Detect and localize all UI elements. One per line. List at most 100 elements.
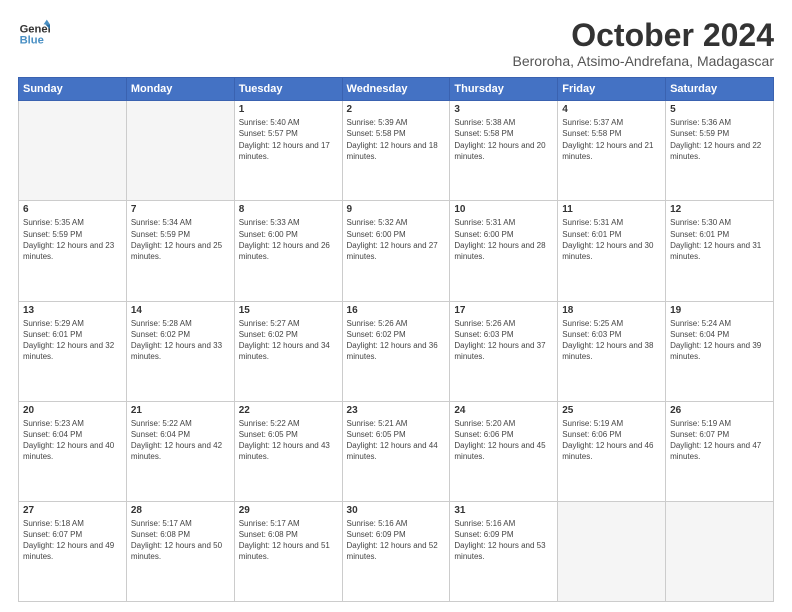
table-row: 12 Sunrise: 5:30 AMSunset: 6:01 PMDayligh… — [666, 201, 774, 301]
svg-text:General: General — [20, 23, 50, 35]
header-saturday: Saturday — [666, 78, 774, 101]
day-info: Sunrise: 5:31 AMSunset: 6:00 PMDaylight:… — [454, 217, 553, 262]
day-info: Sunrise: 5:29 AMSunset: 6:01 PMDaylight:… — [23, 318, 122, 363]
day-number: 18 — [562, 305, 661, 316]
day-number: 9 — [347, 204, 446, 215]
table-row: 20Sunrise: 5:23 AMSunset: 6:04 PMDayligh… — [19, 401, 127, 501]
table-row: 21 Sunrise: 5:22 AMSunset: 6:04 PMDayligh… — [126, 401, 234, 501]
day-info: Sunrise: 5:25 AMSunset: 6:03 PMDaylight:… — [562, 318, 661, 363]
day-info: Sunrise: 5:32 AMSunset: 6:00 PMDaylight:… — [347, 217, 446, 262]
day-number: 13 — [23, 305, 122, 316]
day-info: Sunrise: 5:17 AMSunset: 6:08 PMDaylight:… — [131, 518, 230, 563]
day-info: Sunrise: 5:34 AMSunset: 5:59 PMDaylight:… — [131, 217, 230, 262]
day-info: Sunrise: 5:37 AMSunset: 5:58 PMDaylight:… — [562, 117, 661, 162]
day-number: 17 — [454, 305, 553, 316]
header-thursday: Thursday — [450, 78, 558, 101]
day-info: Sunrise: 5:33 AMSunset: 6:00 PMDaylight:… — [239, 217, 338, 262]
table-row: 26Sunrise: 5:19 AMSunset: 6:07 PMDayligh… — [666, 401, 774, 501]
table-row: 6 Sunrise: 5:35 AMSunset: 5:59 PMDaylight… — [19, 201, 127, 301]
table-row: 30 Sunrise: 5:16 AMSunset: 6:09 PMDayligh… — [342, 501, 450, 601]
table-row: 10 Sunrise: 5:31 AMSunset: 6:00 PMDayligh… — [450, 201, 558, 301]
table-row — [666, 501, 774, 601]
main-title: October 2024 — [513, 18, 774, 53]
day-info: Sunrise: 5:26 AMSunset: 6:03 PMDaylight:… — [454, 318, 553, 363]
day-number: 3 — [454, 104, 553, 115]
table-row: 2Sunrise: 5:39 AMSunset: 5:58 PMDaylight… — [342, 101, 450, 201]
day-info: Sunrise: 5:22 AMSunset: 6:04 PMDaylight:… — [131, 418, 230, 463]
table-row: 28 Sunrise: 5:17 AMSunset: 6:08 PMDayligh… — [126, 501, 234, 601]
day-number: 28 — [131, 505, 230, 516]
table-row — [558, 501, 666, 601]
header-sunday: Sunday — [19, 78, 127, 101]
table-row: 16 Sunrise: 5:26 AMSunset: 6:02 PMDayligh… — [342, 301, 450, 401]
day-info: Sunrise: 5:24 AMSunset: 6:04 PMDaylight:… — [670, 318, 769, 363]
table-row: 27 Sunrise: 5:18 AMSunset: 6:07 PMDayligh… — [19, 501, 127, 601]
day-number: 27 — [23, 505, 122, 516]
day-info: Sunrise: 5:36 AMSunset: 5:59 PMDaylight:… — [670, 117, 769, 162]
day-number: 31 — [454, 505, 553, 516]
day-number: 4 — [562, 104, 661, 115]
day-number: 14 — [131, 305, 230, 316]
logo: General Blue — [18, 18, 50, 50]
svg-text:Blue: Blue — [20, 35, 44, 47]
day-number: 5 — [670, 104, 769, 115]
day-number: 6 — [23, 204, 122, 215]
table-row: 23Sunrise: 5:21 AMSunset: 6:05 PMDayligh… — [342, 401, 450, 501]
page: General Blue October 2024 Beroroha, Atsi… — [0, 0, 792, 612]
day-info: Sunrise: 5:27 AMSunset: 6:02 PMDaylight:… — [239, 318, 338, 363]
calendar-week-row: 1 Sunrise: 5:40 AMSunset: 5:57 PMDaylight… — [19, 101, 774, 201]
day-number: 2 — [347, 104, 446, 115]
header-wednesday: Wednesday — [342, 78, 450, 101]
day-info: Sunrise: 5:20 AMSunset: 6:06 PMDaylight:… — [454, 418, 553, 463]
day-number: 16 — [347, 305, 446, 316]
day-number: 8 — [239, 204, 338, 215]
day-number: 30 — [347, 505, 446, 516]
day-info: Sunrise: 5:21 AMSunset: 6:05 PMDaylight:… — [347, 418, 446, 463]
table-row: 7 Sunrise: 5:34 AMSunset: 5:59 PMDaylight… — [126, 201, 234, 301]
day-info: Sunrise: 5:16 AMSunset: 6:09 PMDaylight:… — [347, 518, 446, 563]
day-number: 19 — [670, 305, 769, 316]
table-row: 22Sunrise: 5:22 AMSunset: 6:05 PMDayligh… — [234, 401, 342, 501]
header-tuesday: Tuesday — [234, 78, 342, 101]
day-info: Sunrise: 5:38 AMSunset: 5:58 PMDaylight:… — [454, 117, 553, 162]
day-number: 22 — [239, 405, 338, 416]
calendar-week-row: 13 Sunrise: 5:29 AMSunset: 6:01 PMDayligh… — [19, 301, 774, 401]
table-row: 15 Sunrise: 5:27 AMSunset: 6:02 PMDayligh… — [234, 301, 342, 401]
table-row — [126, 101, 234, 201]
day-number: 15 — [239, 305, 338, 316]
day-info: Sunrise: 5:19 AMSunset: 6:07 PMDaylight:… — [670, 418, 769, 463]
table-row: 5 Sunrise: 5:36 AMSunset: 5:59 PMDaylight… — [666, 101, 774, 201]
day-info: Sunrise: 5:18 AMSunset: 6:07 PMDaylight:… — [23, 518, 122, 563]
day-info: Sunrise: 5:31 AMSunset: 6:01 PMDaylight:… — [562, 217, 661, 262]
day-info: Sunrise: 5:40 AMSunset: 5:57 PMDaylight:… — [239, 117, 338, 162]
table-row: 3 Sunrise: 5:38 AMSunset: 5:58 PMDaylight… — [450, 101, 558, 201]
day-number: 10 — [454, 204, 553, 215]
calendar-table: Sunday Monday Tuesday Wednesday Thursday… — [18, 77, 774, 602]
table-row: 13 Sunrise: 5:29 AMSunset: 6:01 PMDayligh… — [19, 301, 127, 401]
day-number: 21 — [131, 405, 230, 416]
day-number: 24 — [454, 405, 553, 416]
subtitle: Beroroha, Atsimo-Andrefana, Madagascar — [513, 53, 774, 69]
day-info: Sunrise: 5:16 AMSunset: 6:09 PMDaylight:… — [454, 518, 553, 563]
day-number: 7 — [131, 204, 230, 215]
day-number: 11 — [562, 204, 661, 215]
day-info: Sunrise: 5:26 AMSunset: 6:02 PMDaylight:… — [347, 318, 446, 363]
table-row: 4 Sunrise: 5:37 AMSunset: 5:58 PMDaylight… — [558, 101, 666, 201]
day-info: Sunrise: 5:30 AMSunset: 6:01 PMDaylight:… — [670, 217, 769, 262]
table-row: 1 Sunrise: 5:40 AMSunset: 5:57 PMDaylight… — [234, 101, 342, 201]
calendar-week-row: 20Sunrise: 5:23 AMSunset: 6:04 PMDayligh… — [19, 401, 774, 501]
title-block: October 2024 Beroroha, Atsimo-Andrefana,… — [513, 18, 774, 69]
table-row: 19 Sunrise: 5:24 AMSunset: 6:04 PMDayligh… — [666, 301, 774, 401]
header: General Blue October 2024 Beroroha, Atsi… — [18, 18, 774, 69]
day-info: Sunrise: 5:35 AMSunset: 5:59 PMDaylight:… — [23, 217, 122, 262]
table-row: 24 Sunrise: 5:20 AMSunset: 6:06 PMDayligh… — [450, 401, 558, 501]
day-number: 12 — [670, 204, 769, 215]
table-row: 11 Sunrise: 5:31 AMSunset: 6:01 PMDayligh… — [558, 201, 666, 301]
calendar-week-row: 27 Sunrise: 5:18 AMSunset: 6:07 PMDayligh… — [19, 501, 774, 601]
day-info: Sunrise: 5:17 AMSunset: 6:08 PMDaylight:… — [239, 518, 338, 563]
header-monday: Monday — [126, 78, 234, 101]
day-number: 1 — [239, 104, 338, 115]
day-info: Sunrise: 5:28 AMSunset: 6:02 PMDaylight:… — [131, 318, 230, 363]
logo-icon: General Blue — [18, 18, 50, 50]
day-info: Sunrise: 5:19 AMSunset: 6:06 PMDaylight:… — [562, 418, 661, 463]
